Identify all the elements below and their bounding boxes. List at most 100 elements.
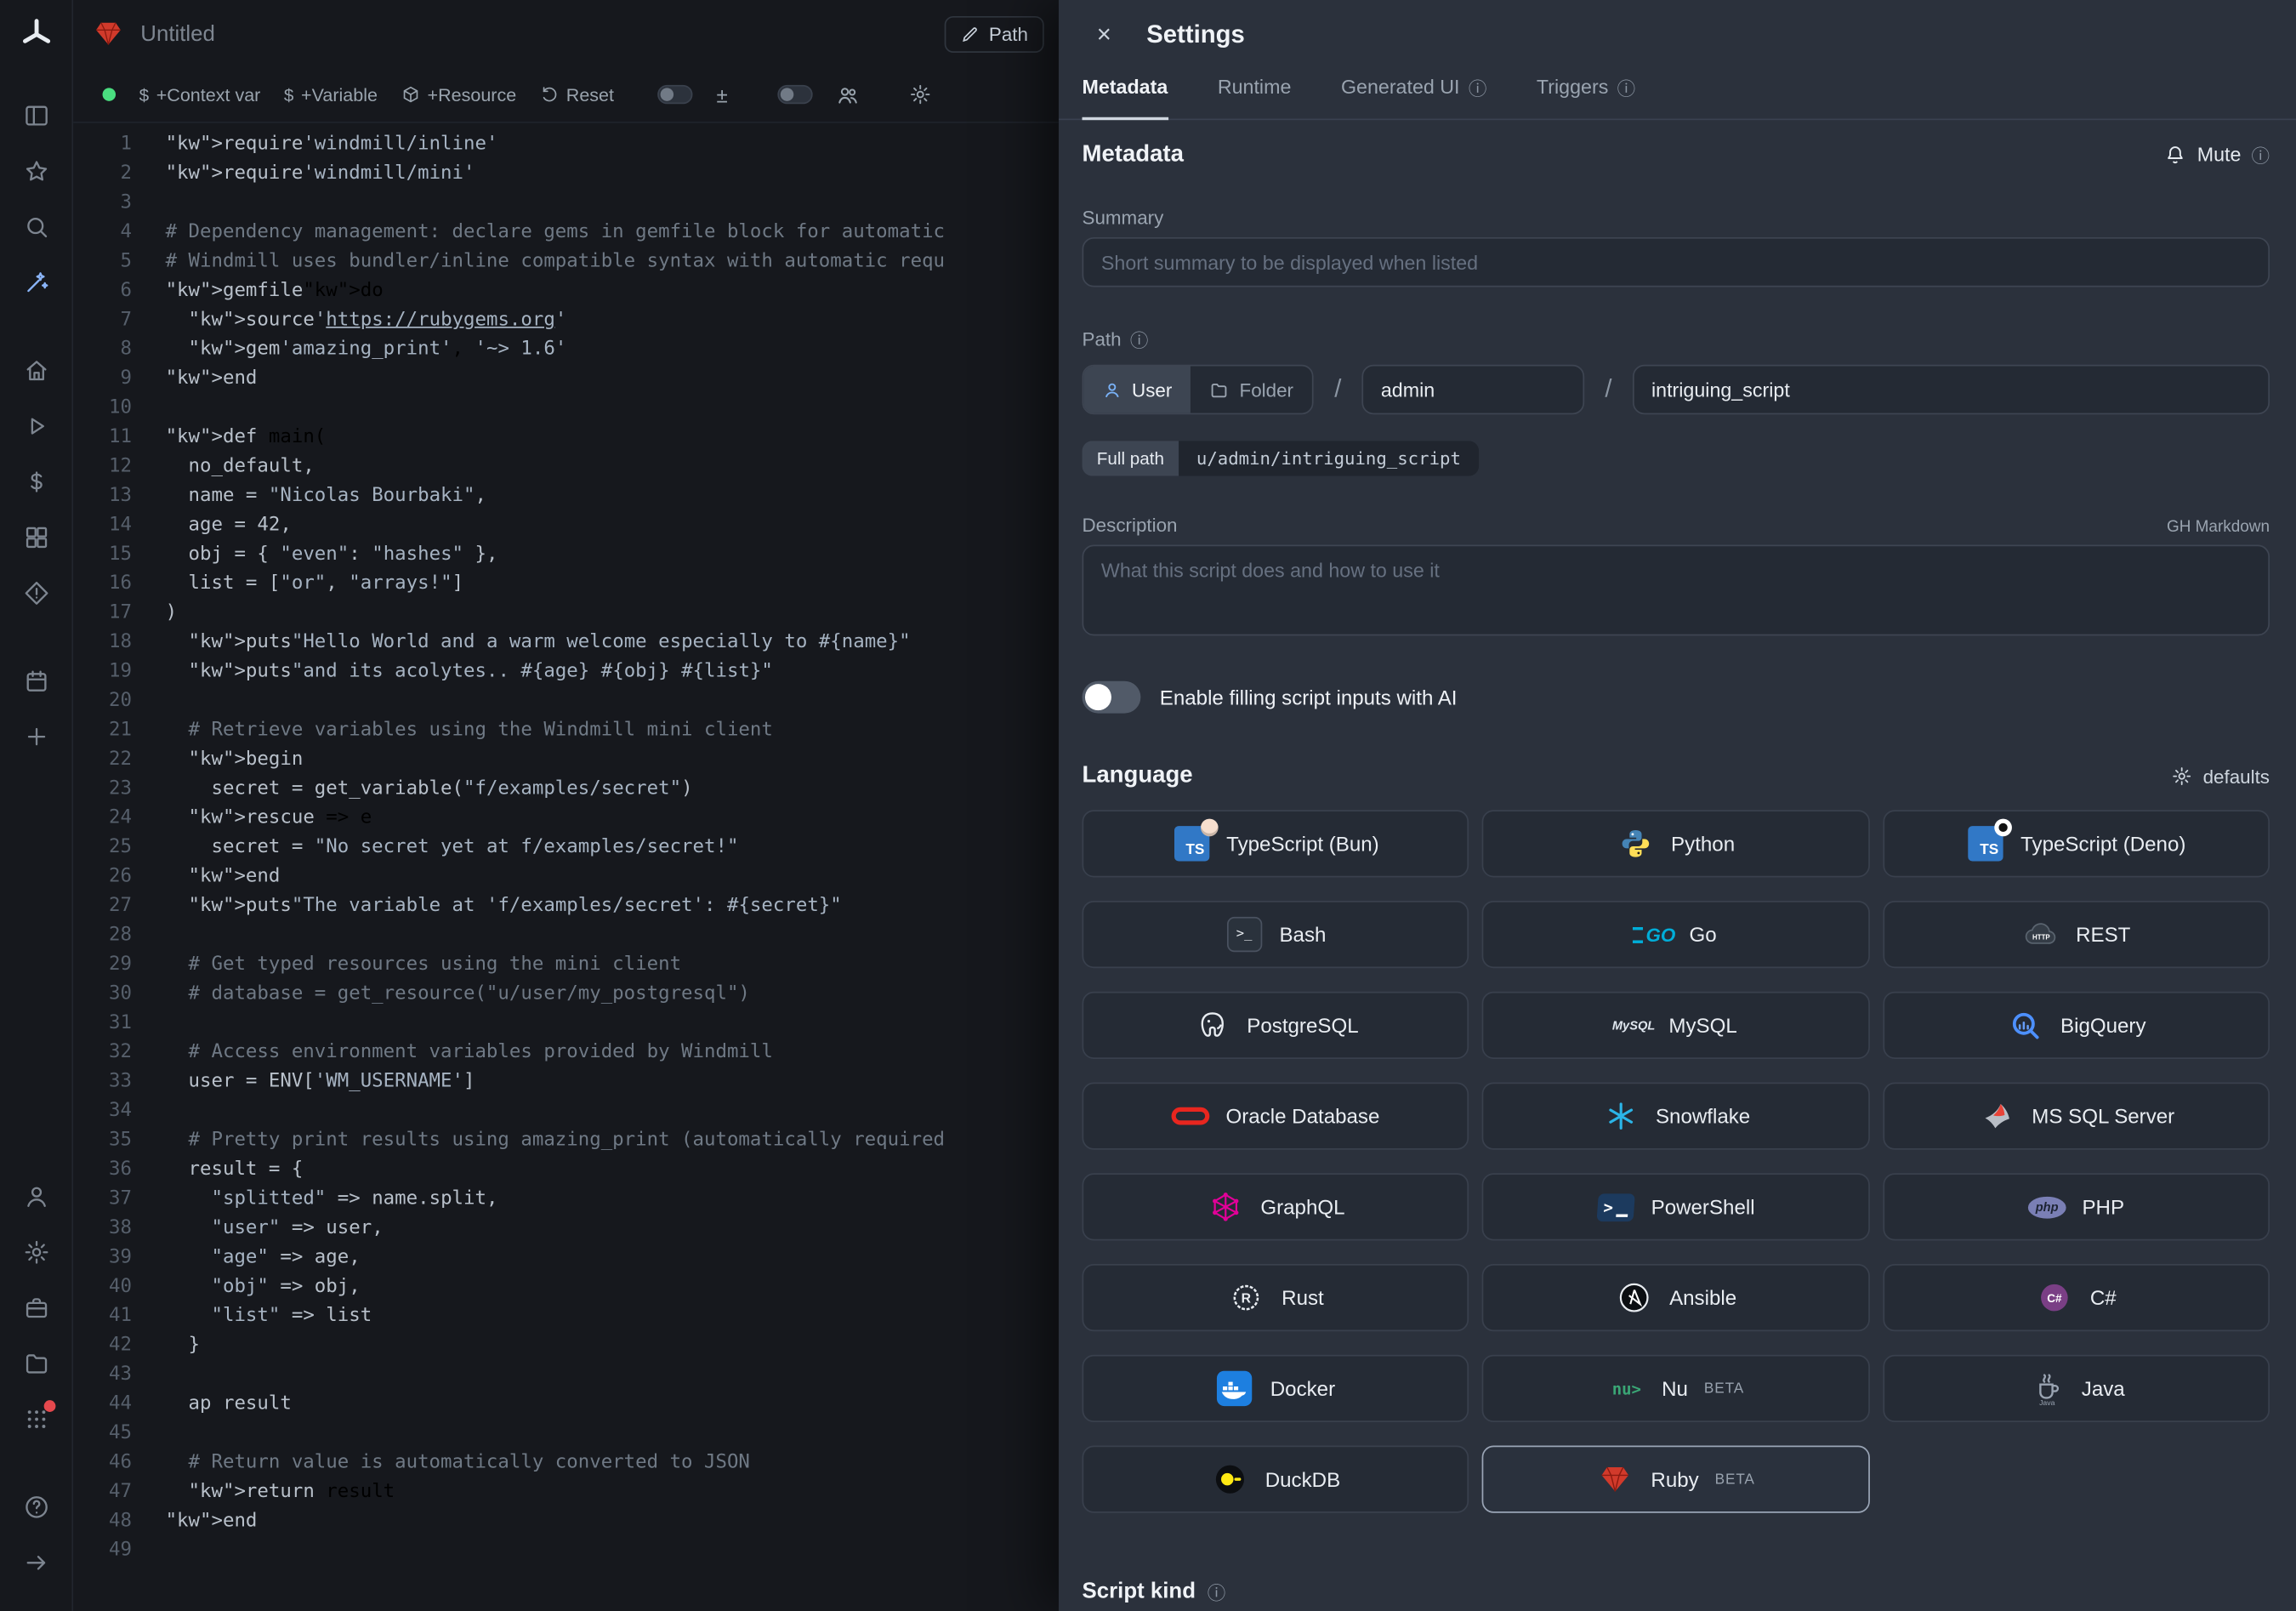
duckdb-icon [1211, 1463, 1249, 1495]
reset-icon [540, 85, 559, 104]
line-text: # Return value is automatically converte… [132, 1449, 750, 1477]
language-mysql[interactable]: MySQLMySQL [1482, 992, 1869, 1059]
tab-metadata[interactable]: Metadata [1083, 71, 1168, 119]
windmill-logo[interactable] [17, 14, 55, 53]
language-ruby[interactable]: RubyBETA [1482, 1446, 1869, 1513]
language-ansible[interactable]: Ansible [1482, 1264, 1869, 1331]
help-icon[interactable] [9, 1485, 62, 1529]
owner-kind-user[interactable]: User [1083, 366, 1191, 413]
wand-icon[interactable] [9, 261, 62, 305]
briefcase-icon[interactable] [9, 1286, 62, 1330]
folder-icon[interactable] [9, 1341, 62, 1386]
tab-generated-ui[interactable]: Generated UIⓘ [1341, 71, 1486, 119]
script-name-input[interactable] [1633, 365, 2270, 415]
script-kind-heading: Script kind [1083, 1579, 1196, 1603]
language-powershell[interactable]: >PowerShell [1482, 1173, 1869, 1240]
user-icon[interactable] [9, 1175, 62, 1219]
tab-runtime[interactable]: Runtime [1218, 71, 1292, 119]
language-label: Ansible [1669, 1286, 1736, 1310]
language-rest[interactable]: HTTPREST [1883, 901, 2270, 968]
full-path-chip: Full path u/admin/intriguing_script [1083, 441, 1479, 475]
reset-button[interactable]: Reset [540, 84, 614, 105]
gear-icon[interactable] [9, 1230, 62, 1274]
star-icon[interactable] [9, 150, 62, 194]
close-icon[interactable]: × [1083, 13, 1127, 57]
panels-icon[interactable] [9, 94, 62, 138]
plus-icon[interactable] [9, 714, 62, 759]
ruby-icon [1597, 1463, 1635, 1495]
line-number: 12 [73, 453, 132, 481]
rest-icon: HTTP [2021, 919, 2060, 948]
language-python[interactable]: Python [1482, 810, 1869, 877]
line-text [132, 1536, 166, 1565]
line-text: "kw">require [132, 130, 303, 159]
graphql-icon [1207, 1191, 1245, 1223]
go-icon: GO [1635, 924, 1674, 946]
language-label: DuckDB [1265, 1467, 1340, 1491]
play-icon[interactable] [9, 404, 62, 448]
search-icon[interactable] [9, 205, 62, 249]
add-variable-button[interactable]: $+Variable [284, 84, 378, 105]
language-java[interactable]: JavaJava [1883, 1355, 2270, 1422]
line-text: # database = get_resource("u/user/my_pos… [132, 980, 750, 1009]
collab-toggle[interactable] [777, 85, 812, 104]
line-text: "kw">end [132, 862, 280, 891]
blocks-icon[interactable] [9, 515, 62, 560]
add-resource-button[interactable]: +Resource [401, 84, 517, 105]
language-typescript-deno-[interactable]: TSTypeScript (Deno) [1883, 810, 2270, 877]
sidebar [0, 0, 73, 1611]
dollar-icon[interactable] [9, 460, 62, 504]
nu-icon: nu> [1607, 1379, 1645, 1398]
language-docker[interactable]: Docker [1083, 1355, 1469, 1422]
language-bash[interactable]: >_Bash [1083, 901, 1469, 968]
people-icon[interactable] [836, 83, 860, 106]
tab-triggers[interactable]: Triggersⓘ [1537, 71, 1635, 119]
editor-settings-gear-icon[interactable] [909, 83, 931, 105]
line-text [132, 394, 166, 423]
language-go[interactable]: GOGo [1482, 901, 1869, 968]
language-ms-sql-server[interactable]: MS SQL Server [1883, 1083, 2270, 1150]
line-number: 25 [73, 834, 132, 862]
svg-text:C#: C# [2048, 1292, 2063, 1305]
typescript-deno-icon: TS [1966, 826, 2004, 861]
language-bigquery[interactable]: BigQuery [1883, 992, 2270, 1059]
line-number: 5 [73, 248, 132, 276]
path-label: Path [1083, 328, 1122, 350]
grid-icon[interactable] [9, 1398, 62, 1442]
language-defaults-button[interactable]: defaults [2172, 766, 2270, 788]
owner-kind-folder[interactable]: Folder [1191, 366, 1313, 413]
postgresql-icon [1193, 1009, 1231, 1041]
add-context-var-button[interactable]: $+Context var [139, 84, 261, 105]
ai-fill-toggle[interactable] [1083, 681, 1141, 714]
language-duckdb[interactable]: DuckDB [1083, 1446, 1469, 1513]
diff-toggle[interactable] [658, 85, 693, 104]
arrow-right-icon[interactable] [9, 1540, 62, 1585]
script-title[interactable]: Untitled [140, 21, 215, 46]
alert-diamond-icon[interactable] [9, 572, 62, 616]
line-number: 7 [73, 306, 132, 335]
typescript-bun-icon: TS [1172, 826, 1210, 861]
line-number: 14 [73, 511, 132, 540]
language-label: TypeScript (Bun) [1226, 832, 1379, 856]
description-textarea[interactable] [1083, 545, 2270, 636]
full-path-value: u/admin/intriguing_script [1179, 441, 1478, 475]
language-nu[interactable]: nu>NuBETA [1482, 1355, 1869, 1422]
language-php[interactable]: phpPHP [1883, 1173, 2270, 1240]
language-oracle-database[interactable]: Oracle Database [1083, 1083, 1469, 1150]
language-rust[interactable]: RRust [1083, 1264, 1469, 1331]
home-icon[interactable] [9, 349, 62, 393]
summary-input[interactable] [1083, 237, 2270, 287]
language-postgresql[interactable]: PostgreSQL [1083, 992, 1469, 1059]
cube-icon [401, 85, 420, 104]
language-graphql[interactable]: GraphQL [1083, 1173, 1469, 1240]
owner-input[interactable] [1361, 365, 1584, 415]
language-c-[interactable]: C#C# [1883, 1264, 2270, 1331]
line-text: "kw">source [132, 306, 315, 335]
edit-path-button[interactable]: Path [945, 15, 1044, 52]
language-snowflake[interactable]: Snowflake [1482, 1083, 1869, 1150]
language-typescript-bun-[interactable]: TS TypeScript (Bun) [1083, 810, 1469, 877]
calendar-icon[interactable] [9, 659, 62, 703]
mute-button[interactable]: Mute ⓘ [2165, 140, 2270, 168]
line-number: 3 [73, 189, 132, 218]
line-number: 35 [73, 1126, 132, 1155]
